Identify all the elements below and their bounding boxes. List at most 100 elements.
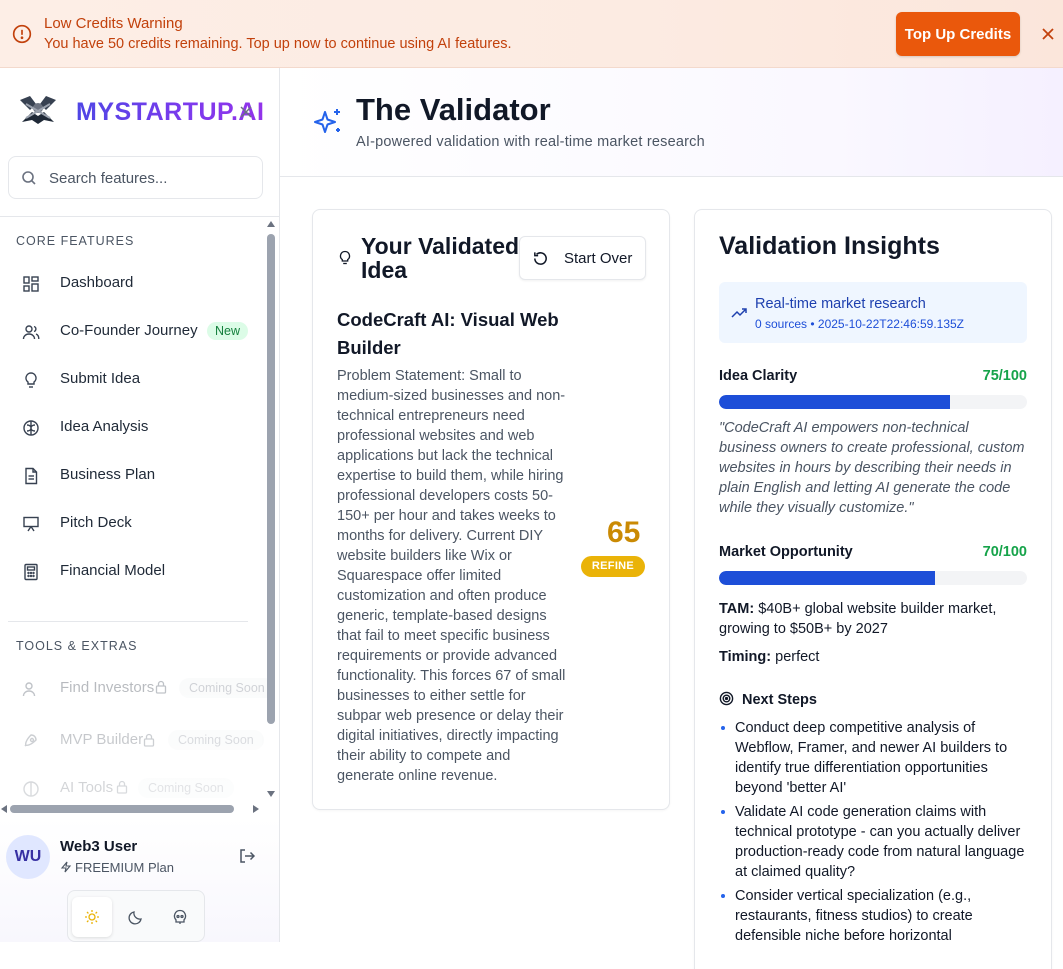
core-features-label: CORE FEATURES (16, 234, 135, 248)
presentation-icon (23, 516, 39, 532)
scroll-down-icon[interactable] (267, 790, 275, 798)
banner-message: You have 50 credits remaining. Top up no… (44, 36, 512, 52)
nav-business-plan[interactable]: Business Plan (8, 455, 258, 495)
nav-idea-analysis[interactable]: Idea Analysis (8, 407, 258, 447)
scrollbar-thumb[interactable] (267, 234, 275, 724)
nav-label: Idea Analysis (60, 418, 149, 435)
page-title: The Validator (356, 92, 551, 127)
insights-heading: Validation Insights (719, 232, 940, 260)
nav-label: Pitch Deck (60, 514, 132, 531)
moon-icon (128, 911, 142, 925)
nav-pitch-deck[interactable]: Pitch Deck (8, 503, 258, 543)
dashboard-icon (23, 276, 39, 292)
timing-text: Timing: perfect (719, 647, 1029, 667)
scroll-right-icon[interactable] (252, 805, 260, 813)
sidebar-vertical-scrollbar[interactable] (266, 218, 276, 816)
rocket-icon (24, 734, 37, 747)
plan-label: FREEMIUM Plan (75, 860, 174, 875)
nav-mvp-builder: MVP Builder Coming Soon (8, 720, 264, 760)
next-steps-heading: Next Steps (719, 691, 817, 708)
skull-theme-button[interactable] (160, 897, 200, 937)
research-meta: 0 sources • 2025-10-22T22:46:59.135Z (755, 317, 965, 331)
tam-text: TAM: $40B+ global website builder market… (719, 599, 1029, 639)
light-theme-button[interactable] (72, 897, 112, 937)
timing-label: Timing: (719, 649, 772, 665)
trending-up-icon (731, 308, 747, 318)
scrollbar-thumb[interactable] (10, 805, 234, 813)
nav-submit-idea[interactable]: Submit Idea (8, 359, 258, 399)
research-title: Real-time market research (755, 296, 926, 312)
nav-label: Submit Idea (60, 370, 141, 387)
idea-summary-quote: "CodeCraft AI empowers non-technical bus… (719, 420, 1025, 516)
coming-soon-badge: Coming Soon (179, 678, 275, 698)
market-opportunity-label: Market Opportunity (719, 544, 853, 560)
rotate-ccw-icon (534, 252, 547, 265)
nav-label: Financial Model (60, 562, 166, 579)
sun-icon (85, 910, 99, 924)
low-credits-banner: Low Credits Warning You have 50 credits … (0, 0, 1063, 68)
sidebar: MYSTARTUP.AI CORE FEATURES Dashboard Co-… (0, 68, 280, 942)
brain-icon (23, 781, 39, 797)
next-steps-label: Next Steps (742, 692, 817, 708)
nav-financial-model[interactable]: Financial Model (8, 551, 258, 591)
market-opportunity-fill (719, 571, 935, 585)
sparkles-icon (314, 109, 340, 133)
sidebar-horizontal-scrollbar[interactable] (0, 802, 264, 816)
nav-label: MVP Builder (60, 731, 144, 748)
lock-icon (155, 680, 167, 694)
banner-title: Low Credits Warning (44, 15, 183, 32)
idea-clarity-fill (719, 395, 950, 409)
scroll-left-icon[interactable] (0, 805, 8, 813)
top-up-credits-button[interactable]: Top Up Credits (896, 12, 1020, 56)
target-icon (719, 691, 734, 706)
tam-label: TAM: (719, 601, 755, 617)
user-profile: WU Web3 User FREEMIUM Plan (0, 818, 279, 942)
list-item: Validate AI code generation claims with … (719, 802, 1031, 882)
nav-label: Co-Founder Journey (60, 322, 198, 339)
search-input[interactable] (49, 167, 254, 189)
nav-label: Dashboard (60, 274, 134, 291)
calculator-icon (24, 563, 38, 581)
nav-label: AI Tools (60, 779, 114, 796)
start-over-label: Start Over (564, 250, 633, 267)
document-icon (25, 467, 38, 485)
nav-label: Business Plan (60, 466, 156, 483)
verdict-badge: REFINE (581, 556, 645, 577)
lightbulb-icon (25, 372, 37, 388)
scroll-up-icon[interactable] (267, 220, 275, 228)
idea-card-heading: Your Validated Idea (361, 233, 520, 283)
logout-icon[interactable] (238, 847, 256, 865)
lock-icon (116, 780, 128, 794)
brand-name: MYSTARTUP.AI (76, 98, 265, 126)
sidebar-close-icon[interactable] (240, 106, 252, 118)
page-subtitle: AI-powered validation with real-time mar… (356, 134, 705, 150)
market-opportunity-score: 70/100 (982, 544, 1027, 560)
nav-dashboard[interactable]: Dashboard (8, 263, 258, 303)
main-content: The Validator AI-powered validation with… (280, 68, 1063, 969)
new-badge: New (207, 322, 249, 340)
lock-icon (143, 733, 155, 747)
divider (0, 216, 279, 217)
close-icon[interactable] (1040, 26, 1056, 42)
list-item: Conduct deep competitive analysis of Web… (719, 718, 1031, 798)
avatar[interactable]: WU (6, 835, 50, 879)
idea-clarity-score: 75/100 (982, 368, 1027, 384)
divider (8, 621, 248, 622)
market-research-box: Real-time market research 0 sources • 20… (719, 282, 1027, 343)
user-plan: FREEMIUM Plan (60, 860, 174, 875)
feature-search[interactable] (8, 156, 263, 199)
dark-theme-button[interactable] (116, 897, 156, 937)
timing-value: perfect (775, 649, 820, 665)
nav-co-founder-journey[interactable]: Co-Founder Journey New (8, 311, 258, 351)
lightbulb-icon (339, 250, 351, 265)
idea-title: CodeCraft AI: Visual Web Builder (337, 309, 559, 358)
alert-circle-icon (12, 24, 32, 44)
search-icon (22, 171, 36, 185)
coming-soon-badge: Coming Soon (138, 778, 234, 798)
list-item: Consider vertical specialization (e.g., … (719, 886, 1031, 946)
start-over-button[interactable]: Start Over (519, 236, 646, 280)
tools-extras-label: TOOLS & EXTRAS (16, 639, 138, 653)
validation-score: 65 (607, 516, 641, 549)
validated-idea-card: Your Validated Idea Start Over CodeCraft… (312, 209, 670, 810)
theme-switcher (67, 890, 205, 942)
